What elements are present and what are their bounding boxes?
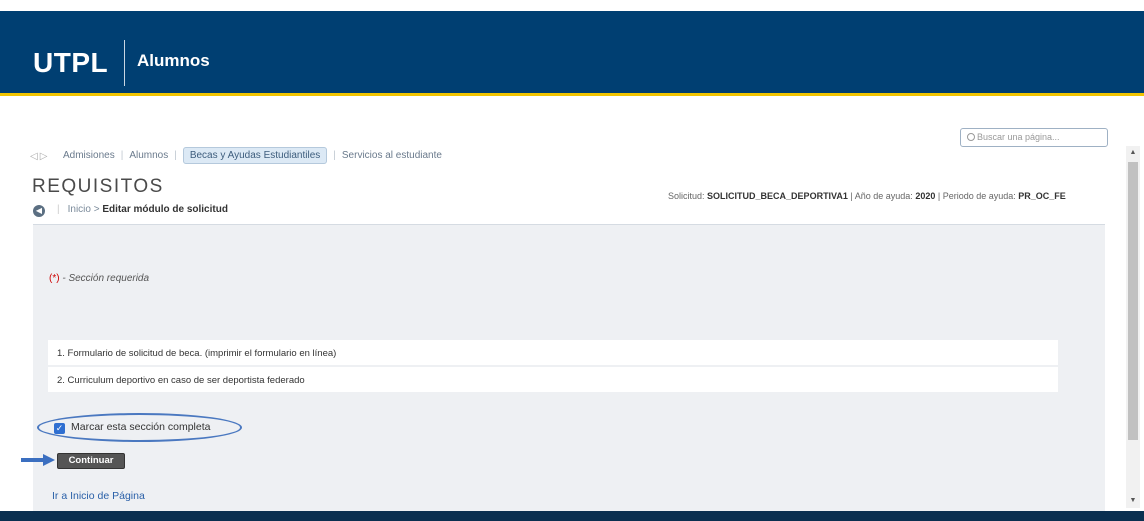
logo-divider [124,40,125,86]
go-to-top-link[interactable]: Ir a Inicio de Página [52,490,145,502]
required-note: (*) - Sección requerida [49,273,149,284]
periodo-label: Periodo de ayuda: [942,191,1016,201]
tab-separator: | [333,150,336,161]
breadcrumb-separator: > [93,204,100,215]
scroll-thumb[interactable] [1128,162,1138,440]
tab-servicios[interactable]: Servicios al estudiante [342,150,442,161]
required-note-text: - Sección requerida [59,273,150,284]
complete-section-checkbox[interactable]: ✓ [54,423,65,434]
periodo-value: PR_OC_FE [1018,191,1066,201]
main-tabs: Admisiones | Alumnos | Becas y Ayudas Estudi… [63,147,442,164]
tab-alumnos[interactable]: Alumnos [129,150,168,161]
breadcrumb-current: Editar módulo de solicitud [102,204,228,215]
continue-button[interactable]: Continuar [57,453,125,469]
tab-admisiones[interactable]: Admisiones [63,150,115,161]
search-icon [967,133,975,141]
pointer-arrow-icon [21,454,56,466]
anio-value: 2020 [915,191,936,201]
scrollbar[interactable]: ▲ ▼ [1126,146,1140,508]
requirement-item: 2. Curriculum deportivo en caso de ser d… [48,367,1058,392]
solicitud-info: Solicitud: SOLICITUD_BECA_DEPORTIVA1 | A… [668,191,1066,201]
breadcrumb: | Inicio > Editar módulo de solicitud [57,204,228,215]
requirement-item: 1. Formulario de solicitud de beca. (imp… [48,340,1058,365]
arrow-shaft [21,458,45,462]
arrow-head [43,454,55,466]
scroll-down-arrow-icon[interactable]: ▼ [1126,494,1140,508]
header-stripe [0,93,1144,96]
tab-becas[interactable]: Becas y Ayudas Estudiantiles [182,147,328,164]
utpl-logo[interactable]: UTPL [33,47,108,79]
page-title: REQUISITOS [32,176,164,197]
breadcrumb-home[interactable]: Inicio [68,204,91,215]
required-asterisk: (*) [49,273,60,284]
search-placeholder: Buscar una página... [977,132,1060,142]
header-bar: UTPL Alumnos [0,11,1144,93]
solicitud-value: SOLICITUD_BECA_DEPORTIVA1 [707,191,848,201]
footer-bar [0,511,1144,521]
tab-separator: | [120,150,124,161]
complete-section-label[interactable]: Marcar esta sección completa [71,421,210,433]
back-arrow-icon[interactable]: ◀ [33,205,45,217]
search-input[interactable]: Buscar una página... [960,128,1108,147]
solicitud-label: Solicitud: [668,191,705,201]
tab-scroll-arrows-icon[interactable]: ◁▷ [30,151,49,162]
app-title: Alumnos [137,51,210,70]
breadcrumb-divider: | [57,204,60,215]
scroll-up-arrow-icon[interactable]: ▲ [1126,146,1140,160]
tab-separator: | [174,150,177,161]
anio-label: Año de ayuda: [854,191,913,201]
